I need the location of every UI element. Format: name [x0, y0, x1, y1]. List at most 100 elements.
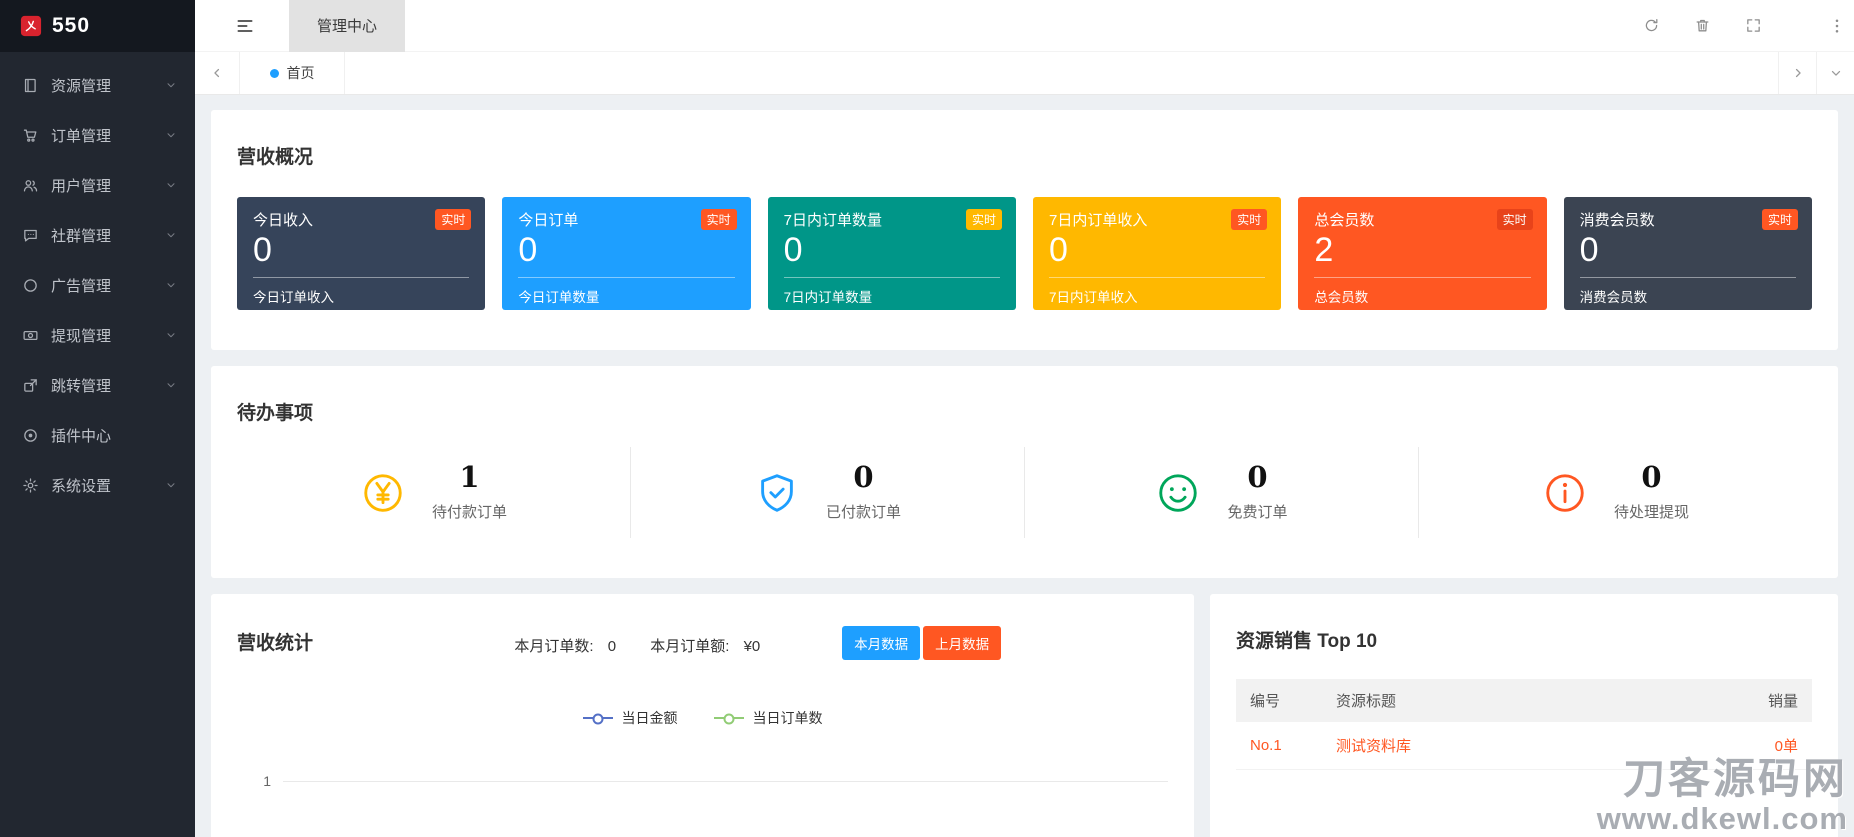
legend-label: 当日金额: [622, 708, 678, 728]
stat-card-divider: [1314, 277, 1530, 278]
refresh-icon[interactable]: [1643, 17, 1660, 34]
users-icon: [22, 177, 39, 194]
stat-card-today-orders: 今日订单 实时 0 今日订单数量: [502, 197, 750, 310]
stat-card-total-members: 总会员数 实时 2 总会员数: [1298, 197, 1546, 310]
todo-item-pending-payment[interactable]: 1 待付款订单: [237, 447, 630, 538]
tabbar: 首页: [195, 52, 1854, 95]
sidebar-item-order[interactable]: 订单管理: [0, 110, 195, 160]
chevron-down-icon: [165, 129, 177, 141]
row-rank: No.1: [1236, 722, 1322, 770]
table-row: No.1 测试资料库 0单: [1236, 722, 1812, 770]
revenue-overview-panel: 营收概况 今日收入 实时 0 今日订单收入 今日订单 实时 0 今日订单: [211, 110, 1838, 350]
realtime-badge: 实时: [1231, 209, 1267, 230]
col-header-resource-title: 资源标题: [1322, 679, 1716, 722]
revenue-stats-title: 营收统计: [237, 628, 313, 655]
legend-daily-amount[interactable]: 当日金额: [583, 708, 678, 728]
sidebar-item-resource[interactable]: 资源管理: [0, 60, 195, 110]
todo-item-paid-orders[interactable]: 0 已付款订单: [630, 447, 1024, 538]
stat-card-subtitle: 总会员数: [1314, 286, 1530, 306]
stat-cards-row: 今日收入 实时 0 今日订单收入 今日订单 实时 0 今日订单数量: [237, 197, 1812, 310]
chevron-down-icon: [165, 379, 177, 391]
tab-admin-center-label: 管理中心: [317, 15, 377, 36]
smile-icon: [1155, 470, 1201, 516]
sidebar-item-plugin[interactable]: 插件中心: [0, 410, 195, 460]
sidebar-item-ad[interactable]: 广告管理: [0, 260, 195, 310]
top-sales-table: 编号 资源标题 销量 No.1 测试资料库 0单: [1236, 679, 1812, 770]
tab-home[interactable]: 首页: [239, 52, 345, 94]
app-logo-text: 550: [52, 14, 90, 38]
tabs-menu-button[interactable]: [1816, 52, 1854, 94]
stat-card-consuming-members: 消费会员数 实时 0 消费会员数: [1564, 197, 1812, 310]
stat-card-subtitle: 今日订单收入: [253, 286, 469, 306]
legend-marker-icon: [714, 717, 744, 719]
todo-item-text: 0 免费订单: [1227, 463, 1287, 522]
sidebar: 550 资源管理 订单管理 用户管理 社群管理: [0, 0, 195, 837]
sidebar-item-label: 跳转管理: [51, 375, 165, 396]
plugin-icon: [22, 427, 39, 444]
collapse-sidebar-icon[interactable]: [235, 16, 255, 36]
legend-marker-icon: [583, 717, 613, 719]
stat-card-week-income: 7日内订单收入 实时 0 7日内订单收入: [1033, 197, 1281, 310]
tabs-scroll-right-button[interactable]: [1778, 52, 1816, 94]
realtime-badge: 实时: [966, 209, 1002, 230]
legend-daily-order-count[interactable]: 当日订单数: [714, 708, 823, 728]
stat-card-divider: [518, 277, 734, 278]
chevron-down-icon: [1829, 66, 1843, 80]
chat-icon: [22, 227, 39, 244]
current-month-button[interactable]: 本月数据: [842, 626, 920, 660]
sidebar-item-settings[interactable]: 系统设置: [0, 460, 195, 510]
chevron-down-icon: [165, 279, 177, 291]
info-circle-icon: [1542, 470, 1588, 516]
sidebar-item-label: 资源管理: [51, 75, 165, 96]
more-menu-icon[interactable]: [1828, 17, 1846, 35]
app-logo-icon: [20, 15, 42, 37]
sidebar-item-redirect[interactable]: 跳转管理: [0, 360, 195, 410]
sidebar-item-label: 广告管理: [51, 275, 165, 296]
stat-card-subtitle: 今日订单数量: [518, 286, 734, 306]
redirect-icon: [22, 377, 39, 394]
ad-icon: [22, 277, 39, 294]
todo-item-label: 待处理提现: [1614, 501, 1689, 522]
sidebar-nav: 资源管理 订单管理 用户管理 社群管理 广告管理: [0, 60, 195, 510]
todo-item-value: 0: [1227, 463, 1287, 492]
todo-panel: 待办事项 1 待付款订单: [211, 366, 1838, 578]
stat-card-value: 0: [253, 230, 469, 271]
app-layout: 550 资源管理 订单管理 用户管理 社群管理: [0, 0, 1854, 837]
todo-item-free-orders[interactable]: 0 免费订单: [1024, 447, 1418, 538]
y-axis-tick: 1: [237, 773, 283, 789]
tabs-scroll-left-button[interactable]: [195, 52, 239, 94]
todo-item-value: 0: [826, 463, 901, 492]
revenue-stats-header: 营收统计 本月订单数: 0 本月订单额: ¥0 本月数据 上月数据: [237, 626, 1168, 662]
trash-icon[interactable]: [1694, 17, 1711, 34]
row-sales: 0单: [1716, 722, 1812, 770]
book-icon: [22, 77, 39, 94]
col-header-sales: 销量: [1716, 679, 1812, 722]
top-sales-panel: 资源销售 Top 10 编号 资源标题 销量 No.1: [1210, 594, 1838, 837]
sidebar-item-user[interactable]: 用户管理: [0, 160, 195, 210]
month-amount-label: 本月订单额:: [650, 638, 729, 655]
revenue-overview-title: 营收概况: [237, 142, 1812, 169]
todo-title: 待办事项: [237, 398, 1812, 425]
stat-card-value: 2: [1314, 230, 1530, 271]
sidebar-item-withdraw[interactable]: 提现管理: [0, 310, 195, 360]
todo-item-text: 0 已付款订单: [826, 463, 901, 522]
tab-admin-center[interactable]: 管理中心: [289, 0, 405, 52]
sidebar-item-label: 用户管理: [51, 175, 165, 196]
top-sales-title: 资源销售 Top 10: [1236, 626, 1812, 653]
stat-card-subtitle: 7日内订单收入: [1049, 286, 1265, 306]
tab-home-label: 首页: [287, 63, 315, 83]
main-column: 管理中心 首页: [195, 0, 1854, 837]
todo-item-pending-withdrawals[interactable]: 0 待处理提现: [1418, 447, 1812, 538]
resource-title-link[interactable]: 测试资料库: [1322, 722, 1716, 770]
sidebar-item-community[interactable]: 社群管理: [0, 210, 195, 260]
realtime-badge: 实时: [1497, 209, 1533, 230]
stat-card-divider: [1580, 277, 1796, 278]
last-month-button[interactable]: 上月数据: [923, 626, 1001, 660]
period-buttons: 本月数据 上月数据: [842, 626, 1001, 660]
stat-card-subtitle: 消费会员数: [1580, 286, 1796, 306]
legend-label: 当日订单数: [753, 708, 823, 728]
sidebar-item-label: 提现管理: [51, 325, 165, 346]
revenue-line-chart: 1 0.8: [237, 750, 1168, 837]
month-amount-value: ¥0: [744, 638, 761, 655]
fullscreen-icon[interactable]: [1745, 17, 1762, 34]
